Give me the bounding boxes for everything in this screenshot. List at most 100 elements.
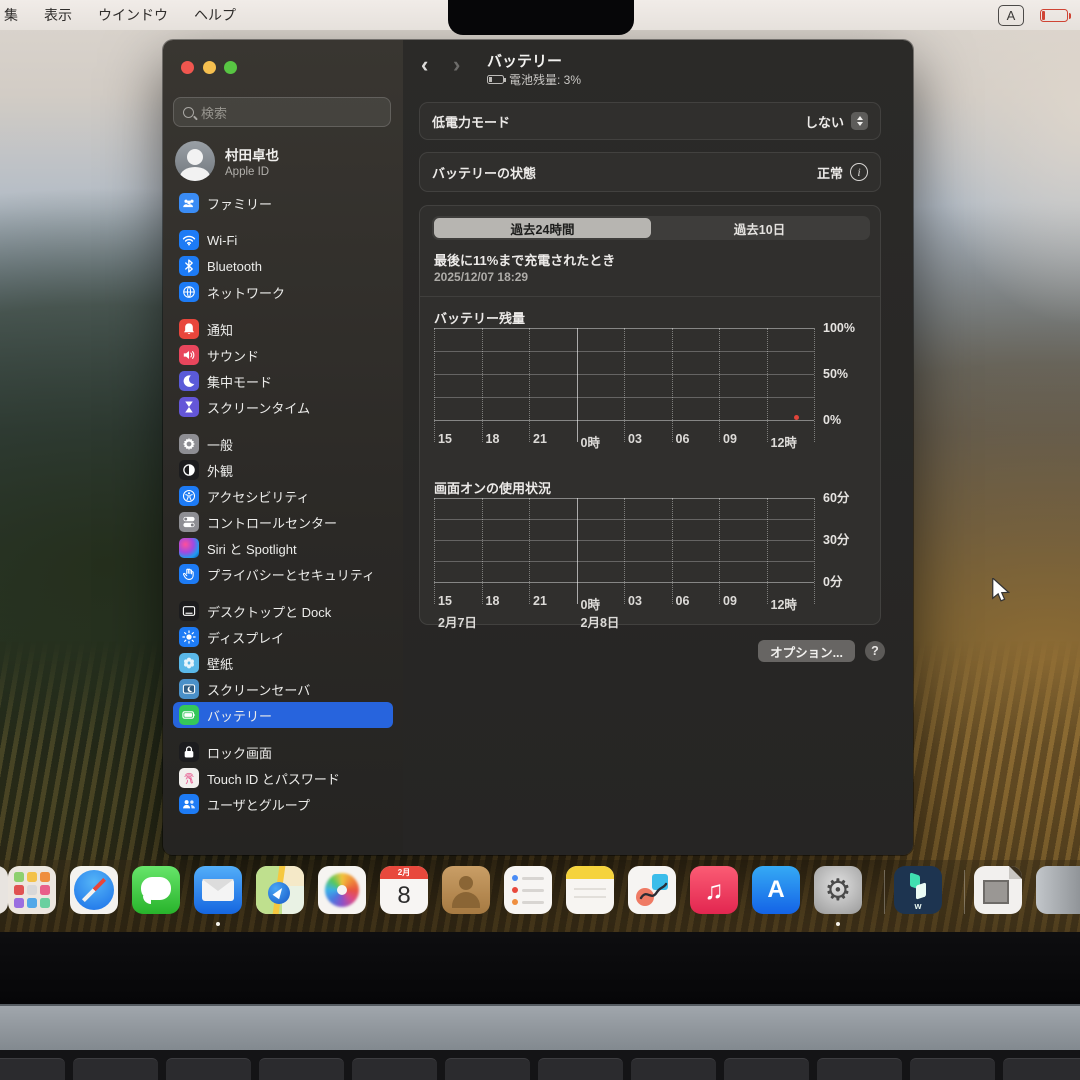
dock-item-contacts[interactable] bbox=[442, 866, 490, 914]
dock-item-music[interactable]: ♫ bbox=[690, 866, 738, 914]
gridline-v bbox=[529, 328, 530, 442]
wifi-icon bbox=[179, 230, 199, 250]
gridline-v bbox=[624, 328, 625, 442]
sidebar-item-screensaver[interactable]: スクリーンセーバ bbox=[173, 676, 393, 702]
keyboard-key bbox=[352, 1058, 437, 1080]
input-source-indicator[interactable]: A bbox=[998, 5, 1024, 26]
tab-last-10d[interactable]: 過去10日 bbox=[651, 218, 868, 238]
sidebar-item-label: アクセシビリティ bbox=[207, 487, 310, 506]
x-axis-label: 06 bbox=[676, 594, 690, 608]
system-settings-window: 検索 村田卓也 Apple ID ファミリー Wi-FiBluetoothネットワ… bbox=[163, 40, 913, 855]
dock-item-photos[interactable] bbox=[318, 866, 366, 914]
tab-last-24h[interactable]: 過去24時間 bbox=[434, 218, 651, 238]
sidebar-item-display[interactable]: ディスプレイ bbox=[173, 624, 393, 650]
dock-item-notes[interactable] bbox=[566, 866, 614, 914]
users-icon bbox=[179, 794, 199, 814]
sidebar-item-notifications[interactable]: 通知 bbox=[173, 316, 393, 342]
sidebar-item-privacy[interactable]: プライバシーとセキュリティ bbox=[173, 561, 393, 587]
close-button[interactable] bbox=[181, 61, 194, 74]
sidebar-item-touchid[interactable]: Touch ID とパスワード bbox=[173, 765, 393, 791]
dock-item-messages[interactable] bbox=[132, 866, 180, 914]
pane-title: バッテリー bbox=[487, 50, 562, 71]
dock-item-document[interactable] bbox=[974, 866, 1022, 914]
dock-item-maps[interactable] bbox=[256, 866, 304, 914]
search-placeholder: 検索 bbox=[201, 103, 227, 122]
options-button[interactable]: オプション... bbox=[758, 640, 855, 662]
sidebar-item-general[interactable]: 一般 bbox=[173, 431, 393, 457]
dock-item-system-settings[interactable]: ⚙ bbox=[814, 866, 862, 914]
sidebar-group: ロック画面Touch ID とパスワードユーザとグループ bbox=[173, 739, 393, 817]
sidebar-item-appearance[interactable]: 外観 bbox=[173, 457, 393, 483]
dock-item-calendar[interactable]: 2月8 bbox=[380, 866, 428, 914]
dock-item-trash[interactable] bbox=[1036, 866, 1080, 914]
battery-health-row: バッテリーの状態 正常 i bbox=[419, 152, 881, 192]
low-power-mode-popup[interactable] bbox=[851, 112, 868, 130]
avatar bbox=[175, 141, 215, 181]
desktop-icon bbox=[179, 601, 199, 621]
sidebar-item-focus[interactable]: 集中モード bbox=[173, 368, 393, 394]
low-power-mode-row: 低電力モード しない bbox=[419, 102, 881, 140]
pane-header: ‹ › バッテリー 電池残量: 3% bbox=[403, 40, 913, 100]
screen-on-usage-chart: 画面オンの使用状況60分30分0分1518210時03060912時2月7日2月… bbox=[434, 478, 868, 628]
menu-item-2[interactable]: ウインドウ bbox=[98, 5, 168, 25]
forward-button[interactable]: › bbox=[453, 54, 460, 76]
search-input[interactable]: 検索 bbox=[173, 97, 391, 127]
minimize-button[interactable] bbox=[203, 61, 216, 74]
help-button[interactable]: ? bbox=[865, 641, 885, 661]
dock-item-filmora[interactable]: w bbox=[894, 866, 942, 914]
battery-icon bbox=[179, 705, 199, 725]
sidebar-item-lock[interactable]: ロック画面 bbox=[173, 739, 393, 765]
dock-item-mail[interactable] bbox=[194, 866, 242, 914]
battery-status-icon[interactable] bbox=[1040, 9, 1068, 22]
sidebar-item-label: 外観 bbox=[207, 461, 233, 480]
x-axis-label: 12時 bbox=[771, 594, 797, 613]
sidebar-item-label: ユーザとグループ bbox=[207, 795, 310, 814]
sidebar-item-label: 集中モード bbox=[207, 372, 272, 391]
dock-item-app-store[interactable]: A bbox=[752, 866, 800, 914]
gridline-v bbox=[529, 498, 530, 604]
sidebar-item-users[interactable]: ユーザとグループ bbox=[173, 791, 393, 817]
mouse-cursor bbox=[990, 578, 1012, 607]
sidebar-item-sound[interactable]: サウンド bbox=[173, 342, 393, 368]
x-axis-label: 0時 bbox=[581, 594, 600, 613]
keyboard-key bbox=[0, 1058, 65, 1080]
last-charge-datetime: 2025/12/07 18:29 bbox=[434, 270, 528, 284]
gridline-v bbox=[577, 328, 578, 442]
profile-name: 村田卓也 bbox=[225, 144, 279, 164]
sidebar-item-label: Siri と Spotlight bbox=[207, 539, 297, 558]
sidebar-item-siri[interactable]: Siri と Spotlight bbox=[173, 535, 393, 561]
menu-items: 集表示ウインドウヘルプ bbox=[10, 5, 262, 25]
dock-item-safari[interactable] bbox=[70, 866, 118, 914]
menu-item-0[interactable]: 集 bbox=[4, 5, 18, 25]
sidebar-item-family[interactable]: ファミリー bbox=[173, 190, 393, 216]
dock-item-finder-edge[interactable] bbox=[0, 866, 8, 914]
x-axis-label: 06 bbox=[676, 432, 690, 446]
sidebar-item-battery[interactable]: バッテリー bbox=[173, 702, 393, 728]
battery-health-label: バッテリーの状態 bbox=[432, 163, 536, 182]
sidebar-item-label: 一般 bbox=[207, 435, 233, 454]
back-button[interactable]: ‹ bbox=[421, 54, 428, 76]
sidebar-item-bluetooth[interactable]: Bluetooth bbox=[173, 253, 393, 279]
x-axis-label: 09 bbox=[723, 432, 737, 446]
dock-item-reminders[interactable] bbox=[504, 866, 552, 914]
menu-item-1[interactable]: 表示 bbox=[44, 5, 72, 25]
settings-sidebar: 検索 村田卓也 Apple ID ファミリー Wi-FiBluetoothネットワ… bbox=[163, 40, 403, 855]
dock-item-launchpad[interactable] bbox=[8, 866, 56, 914]
sidebar-item-controlcenter[interactable]: コントロールセンター bbox=[173, 509, 393, 535]
sidebar-item-desktop[interactable]: デスクトップと Dock bbox=[173, 598, 393, 624]
low-power-mode-label: 低電力モード bbox=[432, 112, 510, 131]
gridline-v bbox=[482, 498, 483, 604]
dock-item-freeform[interactable] bbox=[628, 866, 676, 914]
gridline-v bbox=[719, 328, 720, 442]
menu-item-3[interactable]: ヘルプ bbox=[194, 5, 236, 25]
info-icon[interactable]: i bbox=[850, 163, 868, 181]
keyboard-key bbox=[259, 1058, 344, 1080]
sidebar-item-wallpaper[interactable]: 壁紙 bbox=[173, 650, 393, 676]
sidebar-item-screentime[interactable]: スクリーンタイム bbox=[173, 394, 393, 420]
zoom-button[interactable] bbox=[224, 61, 237, 74]
sidebar-item-network[interactable]: ネットワーク bbox=[173, 279, 393, 305]
apple-id-row[interactable]: 村田卓也 Apple ID bbox=[175, 141, 279, 181]
sidebar-item-accessibility[interactable]: アクセシビリティ bbox=[173, 483, 393, 509]
general-icon bbox=[179, 434, 199, 454]
sidebar-item-wifi[interactable]: Wi-Fi bbox=[173, 227, 393, 253]
